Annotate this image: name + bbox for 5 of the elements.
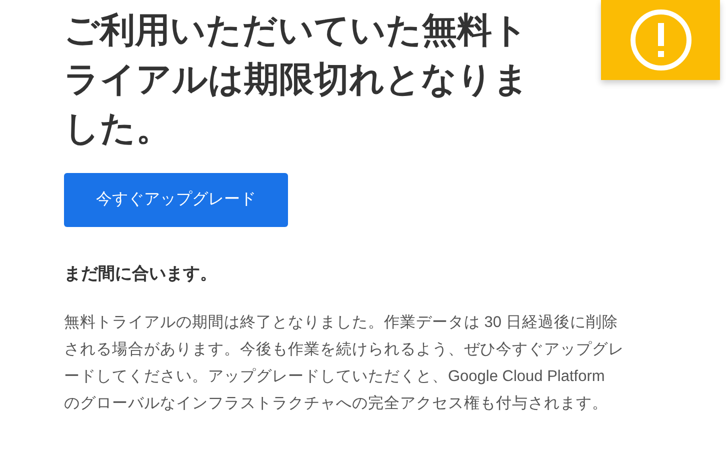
body-paragraph: 無料トライアルの期間は終了となりました。作業データは 30 日経過後に削除される場合があります。今後も作業を続けられるよう、ぜひ今すぐアップグレードしてください。アップグレードしていただくと、Google Cloud Platform のグローバルなインフラストラクチャへの完全アクセス権も付与されます。 xyxy=(64,312,624,414)
section-heading: まだ間に合います。 xyxy=(64,263,217,285)
page-heading: ご利用いただいていた無料トライアルは期限切れとなりました。 xyxy=(64,10,530,150)
upgrade-button[interactable]: 今すぐアップグレード xyxy=(64,173,288,227)
warning-icon xyxy=(628,8,692,72)
